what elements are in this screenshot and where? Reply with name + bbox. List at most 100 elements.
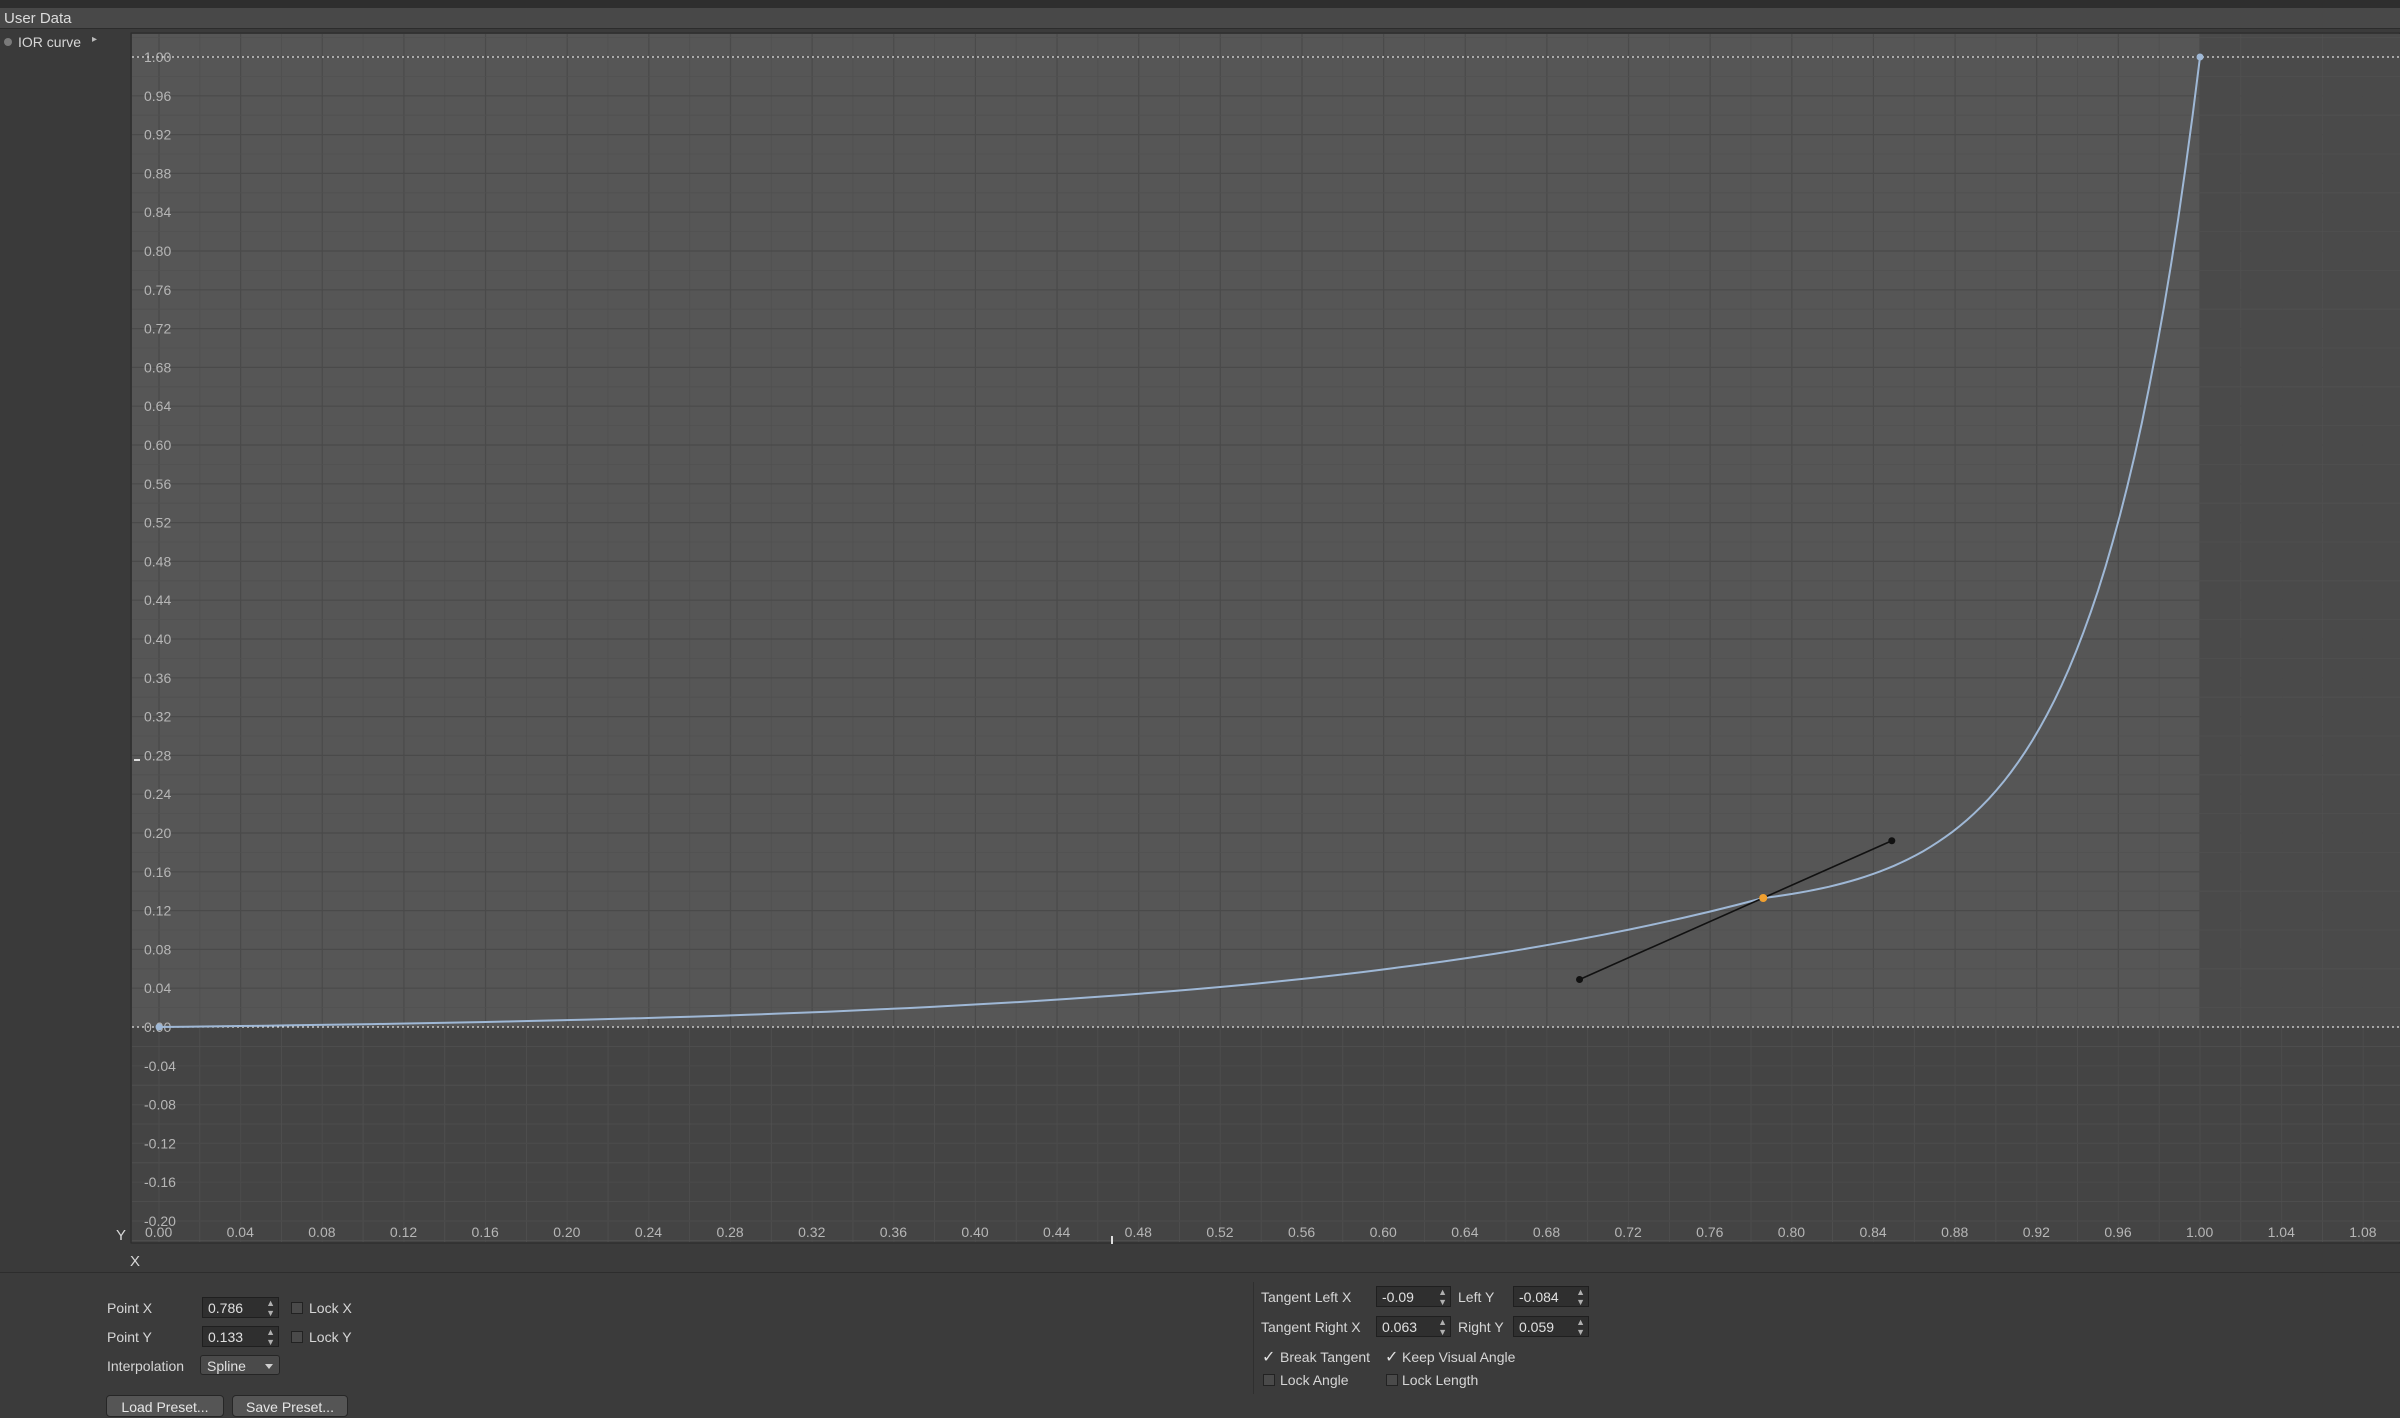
x-tick-label: 0.48 bbox=[1125, 1224, 1152, 1240]
divider bbox=[1253, 1282, 1254, 1394]
overflow-region bbox=[2200, 34, 2400, 1027]
lock-y-checkbox[interactable] bbox=[291, 1331, 303, 1343]
tangent-left-x-value: -0.09 bbox=[1382, 1289, 1414, 1305]
plot-area bbox=[132, 34, 2200, 1027]
tangent-right-x-value: 0.063 bbox=[1382, 1319, 1418, 1335]
x-tick-label: 0.56 bbox=[1288, 1224, 1315, 1240]
y-tick-label: -0.16 bbox=[144, 1174, 176, 1190]
tangent-left-x-field[interactable]: -0.09 ▲ ▼ bbox=[1376, 1286, 1451, 1307]
lock-x-label: Lock X bbox=[309, 1300, 352, 1316]
x-tick-label: 0.64 bbox=[1451, 1224, 1478, 1240]
x-tick-label: 0.52 bbox=[1206, 1224, 1233, 1240]
lock-y-label: Lock Y bbox=[309, 1329, 352, 1345]
interpolation-label: Interpolation bbox=[107, 1358, 185, 1374]
break-tangent-label: Break Tangent bbox=[1280, 1349, 1371, 1365]
break-tangent-checkbox[interactable] bbox=[1262, 1347, 1275, 1367]
y-tick-label: 0.12 bbox=[144, 903, 171, 919]
chevron-down-icon bbox=[265, 1364, 273, 1369]
y-tick-label: 0.64 bbox=[144, 398, 171, 414]
spinner-icon[interactable]: ▲ ▼ bbox=[1438, 1287, 1447, 1307]
tangent-right-x-label: Tangent Right X bbox=[1261, 1319, 1361, 1335]
right-y-label: Right Y bbox=[1458, 1319, 1504, 1335]
y-tick-label: 0.76 bbox=[144, 282, 171, 298]
spinner-icon[interactable]: ▲ ▼ bbox=[1576, 1317, 1585, 1337]
y-tick-label: 0.28 bbox=[144, 747, 171, 763]
y-tick-label: 0.44 bbox=[144, 592, 171, 608]
y-tick-label: 0.16 bbox=[144, 864, 171, 880]
lock-length-label: Lock Length bbox=[1402, 1372, 1479, 1388]
y-tick-label: 0.60 bbox=[144, 437, 171, 453]
y-tick-label: 0.04 bbox=[144, 980, 171, 996]
keep-visual-angle-checkbox[interactable] bbox=[1385, 1347, 1398, 1367]
y-tick-label: 0.68 bbox=[144, 359, 171, 375]
x-axis-letter: X bbox=[130, 1253, 140, 1270]
left-y-field[interactable]: -0.084 ▲ ▼ bbox=[1513, 1286, 1589, 1307]
x-tick-label: 0.40 bbox=[961, 1224, 988, 1240]
x-tick-label: 0.12 bbox=[390, 1224, 417, 1240]
x-tick-label: 0.16 bbox=[472, 1224, 499, 1240]
x-tick-label: 0.36 bbox=[880, 1224, 907, 1240]
x-tick-label: 0.76 bbox=[1696, 1224, 1723, 1240]
bottom-controls bbox=[0, 1272, 2400, 1416]
y-tick-label: -0.12 bbox=[144, 1135, 176, 1151]
y-tick-label: 0.24 bbox=[144, 786, 171, 802]
y-tick-label: -0.04 bbox=[144, 1058, 176, 1074]
y-axis-letter: Y bbox=[116, 1227, 126, 1244]
y-tick-label: 0.08 bbox=[144, 941, 171, 957]
y-tick-label: 0.36 bbox=[144, 670, 171, 686]
curve-point[interactable] bbox=[155, 1023, 163, 1031]
lock-length-checkbox[interactable] bbox=[1386, 1374, 1398, 1386]
curve-point[interactable] bbox=[2196, 53, 2204, 61]
y-tick-label: 0.32 bbox=[144, 709, 171, 725]
x-tick-label: 1.08 bbox=[2349, 1224, 2376, 1240]
lock-angle-checkbox[interactable] bbox=[1263, 1374, 1275, 1386]
x-tick-label: 0.80 bbox=[1778, 1224, 1805, 1240]
tangent-right-x-field[interactable]: 0.063 ▲ ▼ bbox=[1376, 1316, 1451, 1337]
point-x-label: Point X bbox=[107, 1300, 153, 1316]
lock-x-checkbox[interactable] bbox=[291, 1302, 303, 1314]
tangent-right-handle[interactable] bbox=[1888, 837, 1896, 845]
curve-editor[interactable]: 0.00 0.04 0.08 0.12 0.16 0.20 0.24 0.28 0.32 0.36… bbox=[0, 0, 2400, 1415]
tangent-left-handle[interactable] bbox=[1576, 975, 1584, 983]
x-tick-label: 0.24 bbox=[635, 1224, 662, 1240]
y-tick-label: -0.20 bbox=[144, 1213, 176, 1229]
save-preset-button[interactable]: Save Preset... bbox=[232, 1395, 348, 1417]
selected-curve-point[interactable] bbox=[1759, 893, 1768, 902]
x-tick-label: 0.68 bbox=[1533, 1224, 1560, 1240]
right-y-field[interactable]: 0.059 ▲ ▼ bbox=[1513, 1316, 1589, 1337]
point-y-label: Point Y bbox=[107, 1329, 152, 1345]
x-tick-label: 0.04 bbox=[227, 1224, 254, 1240]
spinner-icon[interactable]: ▲ ▼ bbox=[1576, 1287, 1585, 1307]
lock-angle-label: Lock Angle bbox=[1280, 1372, 1349, 1388]
x-tick-label: 0.44 bbox=[1043, 1224, 1070, 1240]
y-tick-label: 0.20 bbox=[144, 825, 171, 841]
x-tick-label: 0.32 bbox=[798, 1224, 825, 1240]
x-tick-label: 0.96 bbox=[2104, 1224, 2131, 1240]
spinner-icon[interactable]: ▲ ▼ bbox=[1438, 1317, 1447, 1337]
spinner-icon[interactable]: ▲ ▼ bbox=[266, 1327, 275, 1347]
negative-region bbox=[132, 1027, 2400, 1242]
spinner-icon[interactable]: ▲ ▼ bbox=[266, 1298, 275, 1318]
y-tick-label: 0.72 bbox=[144, 321, 171, 337]
y-tick-label: 0.56 bbox=[144, 476, 171, 492]
point-x-field[interactable]: 0.786 ▲ ▼ bbox=[202, 1297, 279, 1318]
point-x-value: 0.786 bbox=[208, 1300, 244, 1316]
y-tick-label: 0.92 bbox=[144, 127, 171, 143]
interpolation-dropdown[interactable]: Spline bbox=[200, 1355, 280, 1375]
point-y-field[interactable]: 0.133 ▲ ▼ bbox=[202, 1326, 279, 1347]
y-tick-label: 0.88 bbox=[144, 165, 171, 181]
x-tick-label: 0.72 bbox=[1615, 1224, 1642, 1240]
y-tick-label: 0.52 bbox=[144, 515, 171, 531]
y-tick-label: 0.96 bbox=[144, 88, 171, 104]
load-preset-button[interactable]: Load Preset... bbox=[106, 1395, 224, 1417]
keep-visual-angle-label: Keep Visual Angle bbox=[1402, 1349, 1516, 1365]
y-tick-label: 0.84 bbox=[144, 204, 171, 220]
interpolation-value: Spline bbox=[207, 1358, 246, 1374]
y-tick-label: 0.80 bbox=[144, 243, 171, 259]
x-tick-label: 0.28 bbox=[716, 1224, 743, 1240]
x-tick-label: 0.88 bbox=[1941, 1224, 1968, 1240]
x-tick-label: 0.20 bbox=[553, 1224, 580, 1240]
x-tick-label: 0.92 bbox=[2023, 1224, 2050, 1240]
x-tick-label: 0.84 bbox=[1859, 1224, 1886, 1240]
y-tick-label: 0.40 bbox=[144, 631, 171, 647]
